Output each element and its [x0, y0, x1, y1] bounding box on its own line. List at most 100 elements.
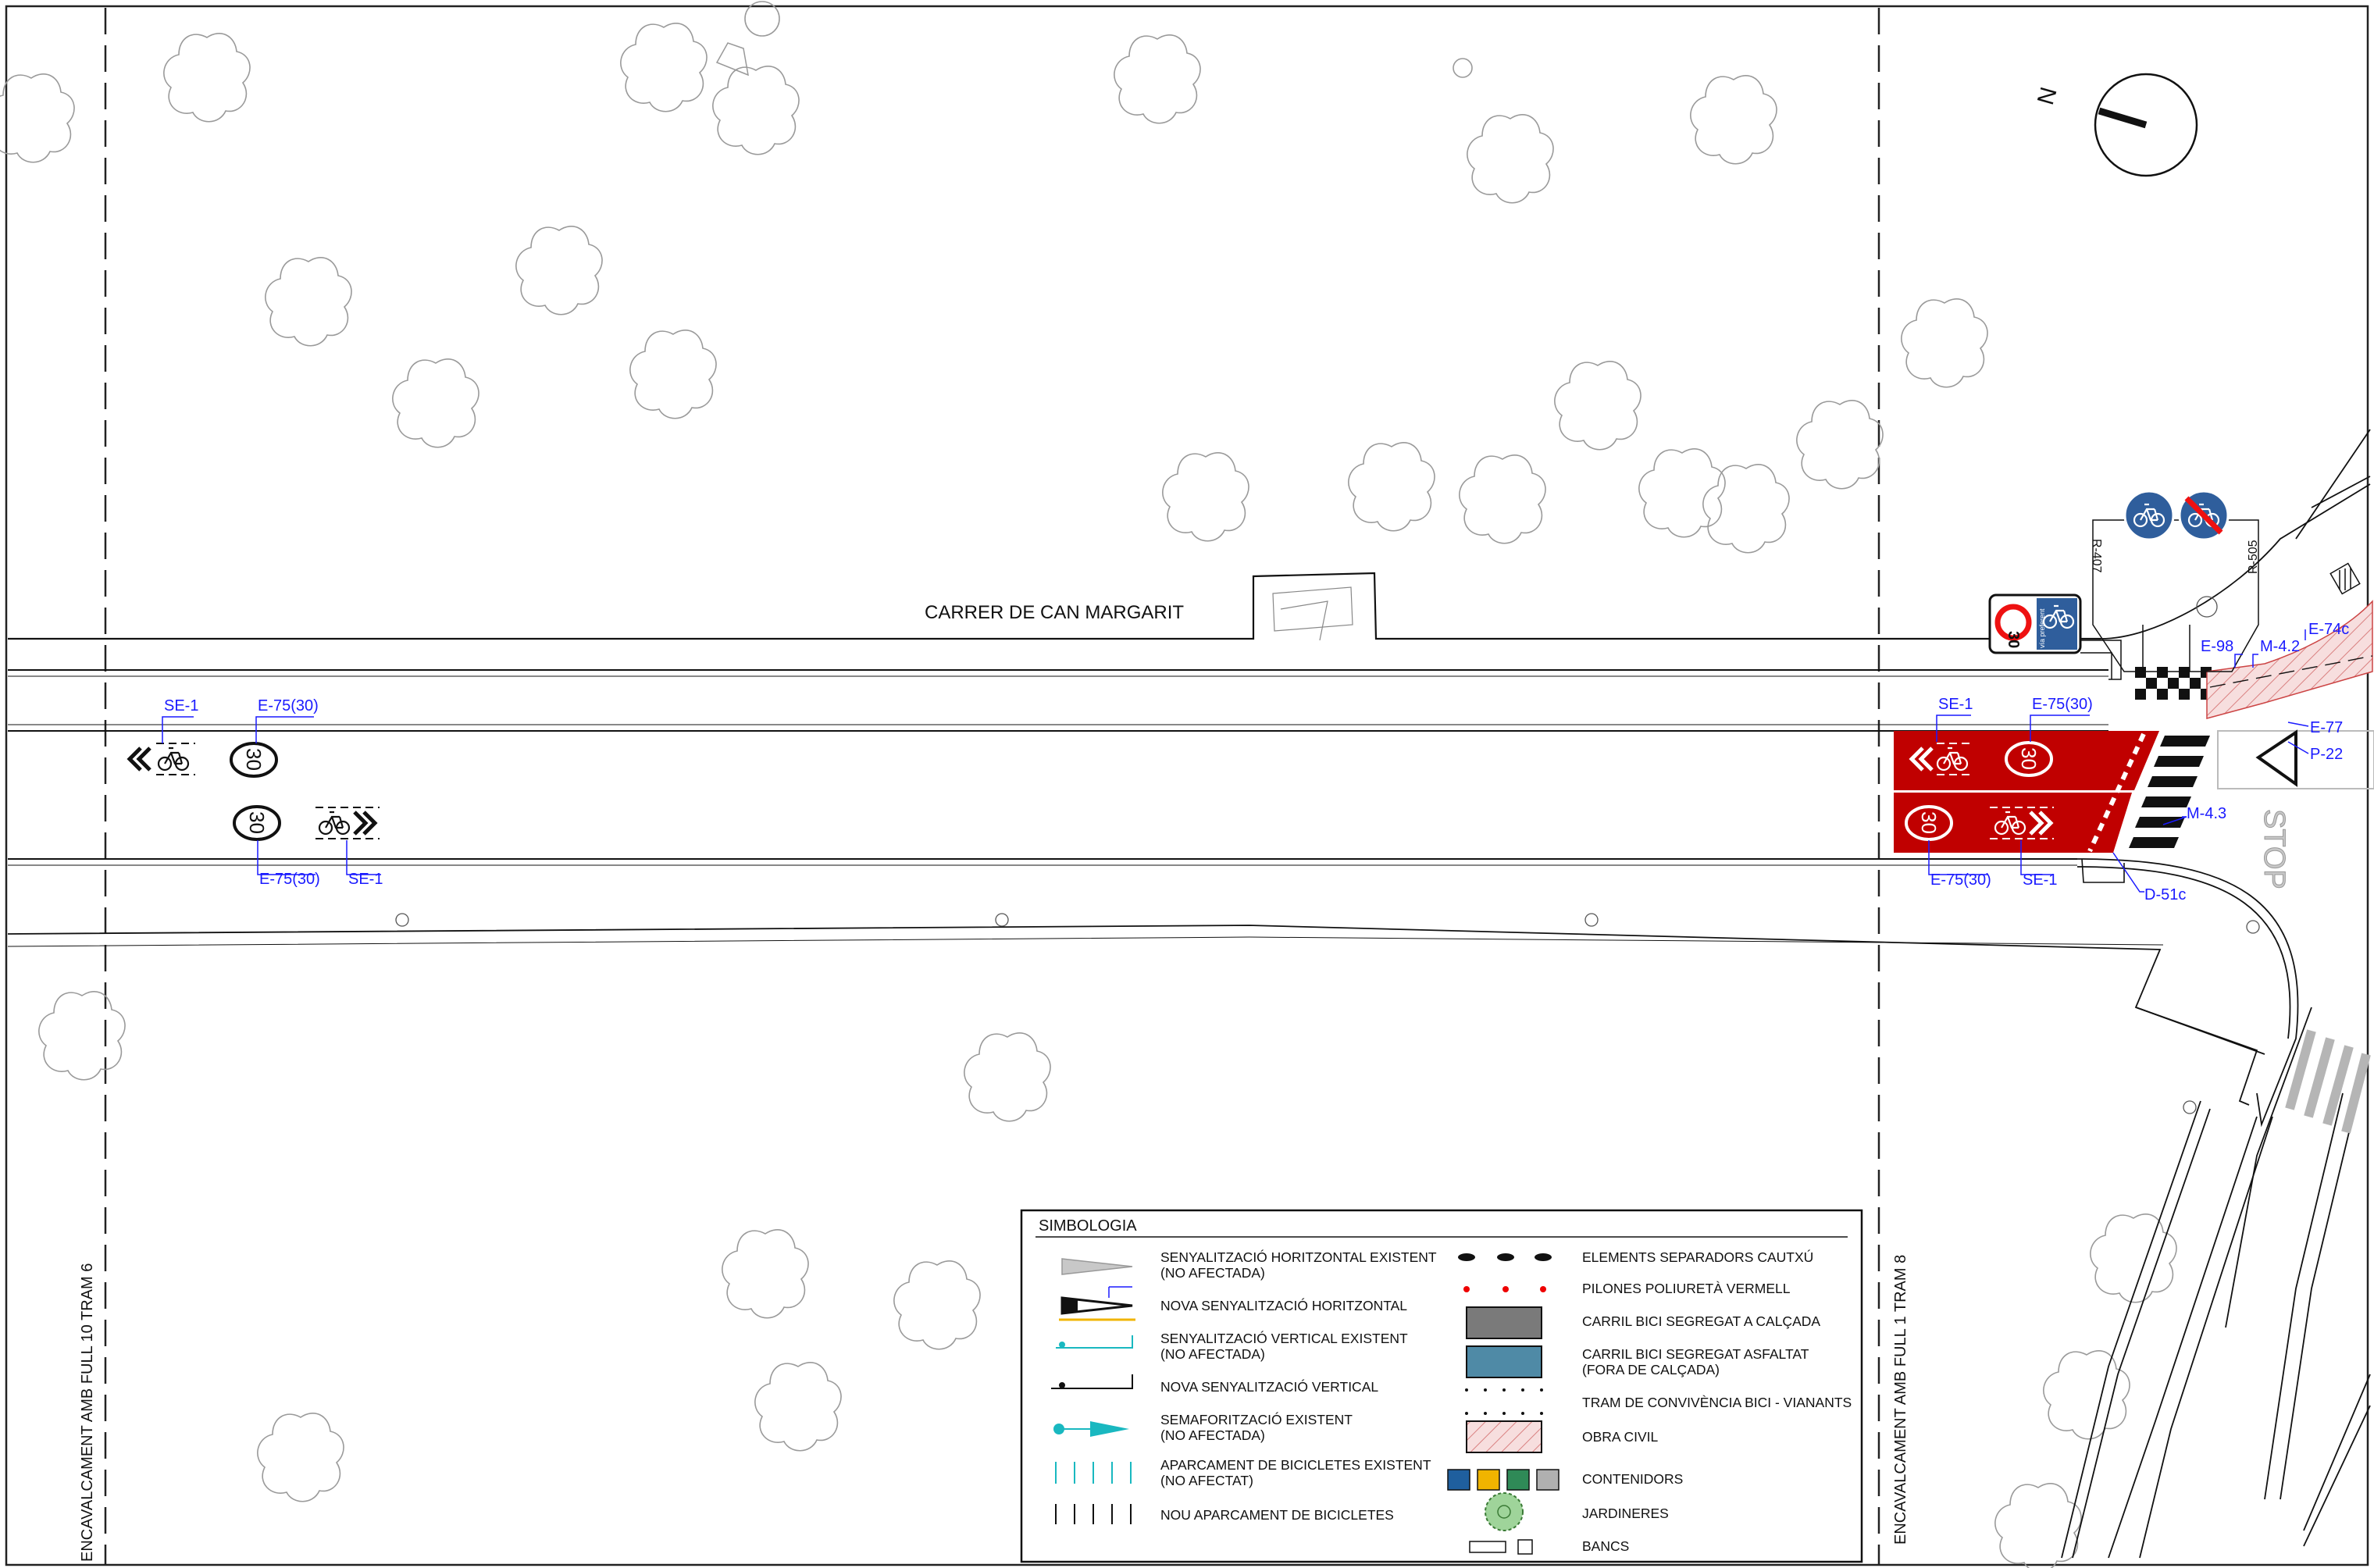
bollard — [995, 913, 1009, 927]
tag-e75: E-75(30) — [259, 871, 320, 888]
legend-right-label: CARRIL BICI SEGREGAT ASFALTAT — [1582, 1346, 1809, 1362]
tag-se1: SE-1 — [164, 697, 198, 715]
north-arrow: N — [2033, 73, 2198, 177]
crosswalk-existing — [2285, 1029, 2371, 1134]
tree — [620, 23, 708, 112]
tree — [1554, 361, 1641, 451]
tree — [2043, 1350, 2130, 1440]
bus-stop-notch — [2081, 858, 2125, 883]
legend-left-sublabel: (NO AFECTADA) — [1160, 1265, 1265, 1281]
tag-m43: M-4.3 — [2187, 805, 2226, 822]
tag-m42: M-4.2 — [2260, 638, 2300, 655]
bollard — [2196, 596, 2218, 618]
legend-right-label: OBRA CIVIL — [1582, 1429, 1659, 1445]
tag-se1: SE-1 — [1938, 696, 1973, 713]
stop-marking: STOP — [2258, 809, 2290, 889]
panel-bike-text: vía preferent — [2038, 608, 2046, 648]
tree — [629, 330, 717, 419]
speed-marking-left-upper: 30 — [230, 742, 278, 778]
street-name: CARRER DE CAN MARGARIT — [925, 602, 1184, 623]
legend-right-label: JARDINERES — [1582, 1506, 1669, 1521]
bike-marking-left-upper — [127, 743, 195, 775]
tree — [257, 1413, 344, 1502]
tree — [38, 991, 126, 1081]
sign-no-bikes-allowed — [2123, 490, 2175, 541]
tree-small — [1453, 58, 1473, 78]
legend-left-label: NOVA SENYALITZACIÓ VERTICAL — [1160, 1378, 1378, 1395]
tag-e75: E-75(30) — [258, 697, 319, 715]
tag-e74c: E-74c — [2308, 621, 2349, 638]
tree — [0, 73, 75, 163]
legend-right-label: CARRIL BICI SEGREGAT A CALÇADA — [1582, 1313, 1820, 1329]
tree — [893, 1260, 981, 1350]
speed-zone-sign: 30 vía preferent — [1988, 593, 2082, 654]
legend-left-sublabel: (NO AFECTADA) — [1160, 1346, 1265, 1362]
legend-right-label: ELEMENTS SEPARADORS CAUTXÚ — [1582, 1249, 1813, 1265]
speed-value: 30 — [242, 748, 266, 771]
tag-e75: E-75(30) — [2032, 696, 2093, 713]
plaza-structure — [1272, 586, 1353, 641]
tag-d51c: D-51c — [2144, 886, 2186, 903]
tree — [1638, 448, 1726, 538]
legend-right-label: PILONES POLIURETÀ VERMELL — [1582, 1281, 1791, 1296]
bollard — [1584, 913, 1599, 927]
sign-bikes-prohibited — [2178, 490, 2230, 541]
tree — [1459, 454, 1546, 544]
tree — [722, 1229, 809, 1319]
bike-marking-left-lower — [315, 807, 380, 839]
tree — [1702, 464, 1790, 554]
bike-lane-curve — [2071, 793, 2132, 853]
tree — [1994, 1483, 2082, 1568]
legend-left-label: NOVA SENYALITZACIÓ HORITZONTAL — [1160, 1297, 1407, 1313]
tag-se1: SE-1 — [348, 871, 383, 888]
tag-e75: E-75(30) — [1930, 871, 1991, 889]
tree — [2090, 1213, 2177, 1303]
sign-e74c-glyph — [2329, 562, 2361, 595]
tag-p22: P-22 — [2310, 746, 2343, 763]
bollards — [395, 596, 2260, 1114]
tree — [265, 257, 352, 347]
legend-left-label: NOU APARCAMENT DE BICICLETES — [1160, 1507, 1394, 1523]
overlap-label-right: ENCAVALCAMENT AMB FULL 1 TRAM 8 — [1892, 1255, 1909, 1545]
legend-symbol-segregated-lane — [1466, 1306, 1542, 1339]
legend: SIMBOLOGIA SENYALITZACIÓ HORITZONTAL EXI… — [1020, 1209, 1863, 1563]
legend-right-sublabel: (FORA DE CALÇADA) — [1582, 1362, 1720, 1377]
tag-se1: SE-1 — [2023, 871, 2057, 889]
legend-left-sublabel: (NO AFECTAT) — [1160, 1473, 1253, 1488]
tree — [1690, 75, 1777, 165]
yield-triangle — [2255, 729, 2297, 787]
bollard — [395, 913, 409, 927]
tree — [392, 358, 479, 448]
kiosk — [715, 42, 749, 77]
tag-e77: E-77 — [2310, 719, 2343, 736]
tree — [1796, 400, 1884, 490]
tree — [515, 226, 603, 315]
tree — [964, 1032, 1051, 1122]
plan-sheet: ENCAVALCAMENT AMB FULL 10 TRAM 6 ENCAVAL… — [0, 0, 2374, 1568]
tree — [712, 66, 800, 155]
overlap-label-left: ENCAVALCAMENT AMB FULL 10 TRAM 6 — [79, 1263, 96, 1562]
legend-title: SIMBOLOGIA — [1039, 1217, 1137, 1235]
speed-value: 30 — [2017, 747, 2041, 770]
cross-road — [2061, 429, 2371, 1559]
speed-value: 30 — [1917, 811, 1941, 834]
plan-drawing: ENCAVALCAMENT AMB FULL 10 TRAM 6 ENCAVAL… — [0, 1, 2374, 1568]
legend-left-label: SENYALITZACIÓ HORITZONTAL EXISTENT — [1160, 1249, 1437, 1265]
legend-left-sublabel: (NO AFECTADA) — [1160, 1427, 1265, 1443]
bollard — [2183, 1100, 2197, 1114]
tree — [1114, 34, 1201, 124]
speed-marking-left-lower: 30 — [233, 805, 281, 841]
panel-speed: 30 — [2005, 631, 2022, 648]
obra-civil-area — [2206, 600, 2373, 719]
north-label: N — [2033, 84, 2062, 108]
bollard — [2246, 920, 2260, 934]
tree — [1467, 114, 1554, 204]
legend-symbol-rubber-separators — [1458, 1253, 1552, 1261]
legend-left-label: APARCAMENT DE BICICLETES EXISTENT — [1160, 1457, 1431, 1473]
legend-symbol-obra-civil — [1466, 1420, 1542, 1453]
speed-value: 30 — [245, 811, 269, 834]
tag-e98: E-98 — [2201, 638, 2233, 655]
legend-symbol-asphalted-lane — [1466, 1345, 1542, 1378]
tree — [163, 33, 251, 123]
legend-right-label: TRAM DE CONVIVÈNCIA BICI - VIANANTS — [1582, 1395, 1852, 1410]
